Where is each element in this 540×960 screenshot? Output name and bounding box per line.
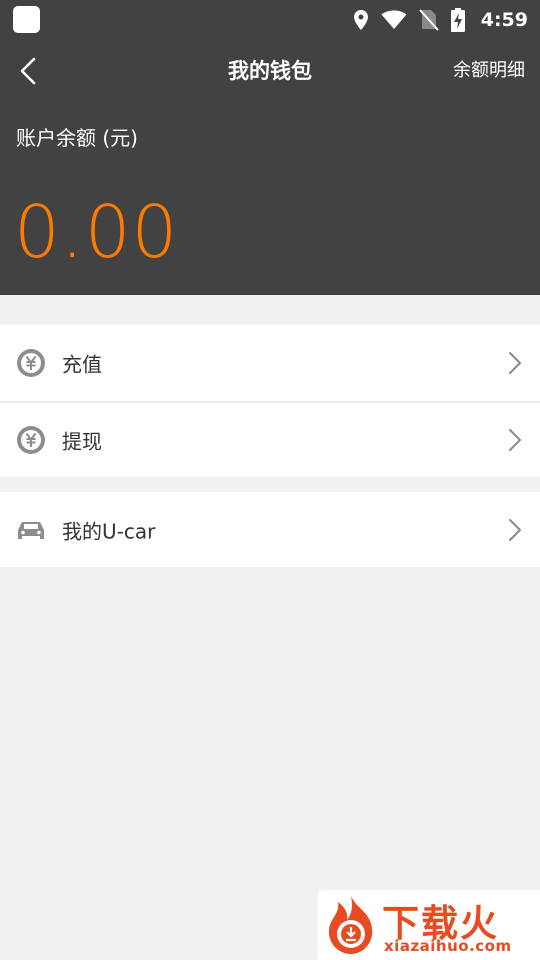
watermark: 下载火 xiazaihuo.com — [318, 890, 540, 960]
menu-item-recharge[interactable]: 充值 — [0, 325, 540, 401]
fire-logo — [328, 896, 373, 954]
back-button[interactable] — [8, 50, 48, 92]
menu-item-withdraw[interactable]: 提现 — [0, 403, 540, 477]
location-icon — [353, 9, 369, 31]
balance-value: 0.00 — [14, 190, 179, 274]
menu-item-label: 我的U-car — [62, 519, 156, 543]
status-time: 4:59 — [480, 9, 528, 31]
car-icon — [16, 515, 46, 545]
menu-item-label: 充值 — [62, 352, 102, 377]
balance-panel: 账户余额 (元) 0.00 — [0, 102, 540, 295]
battery-charging-icon — [450, 8, 465, 32]
balance-detail-link[interactable]: 余额明细 — [453, 40, 525, 102]
status-icons: 4:59 — [353, 0, 528, 40]
chevron-right-icon — [509, 518, 521, 541]
chevron-left-icon — [20, 57, 36, 85]
no-sim-icon — [418, 9, 439, 31]
toolbar: 我的钱包 余额明细 — [0, 40, 540, 102]
app-icon — [13, 6, 40, 33]
yen-coin-icon — [16, 348, 46, 378]
balance-label: 账户余额 (元) — [16, 126, 138, 150]
menu-item-my-ucar[interactable]: 我的U-car — [0, 492, 540, 567]
menu-item-label: 提现 — [62, 429, 102, 454]
watermark-url: xiazaihuo.com — [384, 937, 512, 955]
wifi-icon — [381, 10, 407, 30]
status-bar: 4:59 — [0, 0, 540, 40]
yen-coin-icon — [16, 425, 46, 455]
chevron-right-icon — [509, 429, 521, 451]
chevron-right-icon — [509, 352, 521, 374]
